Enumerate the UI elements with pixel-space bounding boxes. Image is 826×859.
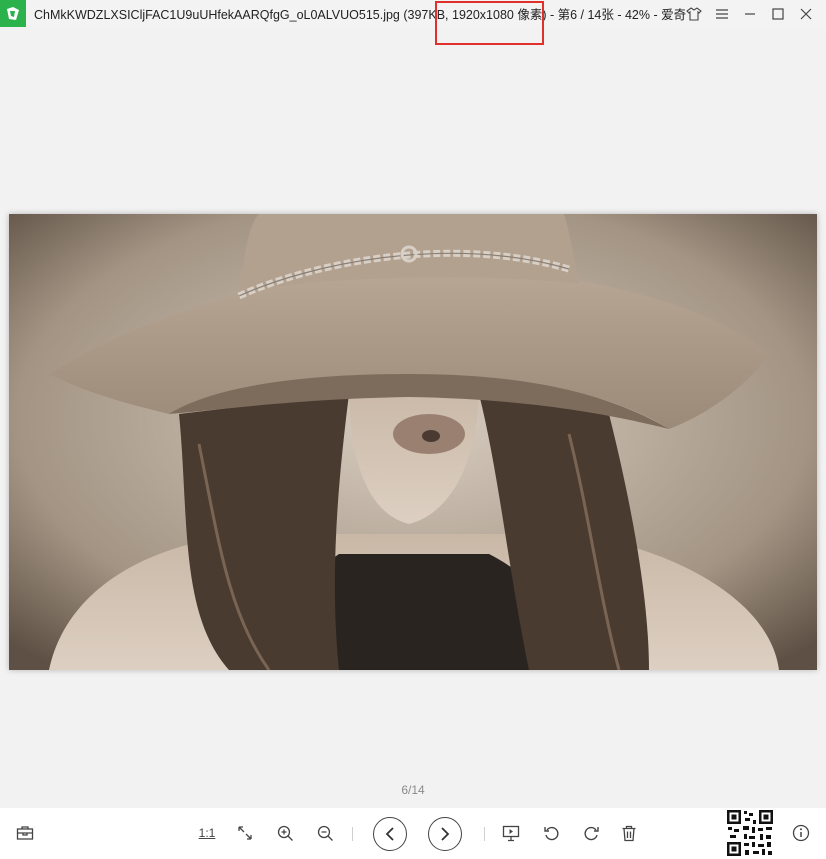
bottom-toolbar: 1:1 [0, 808, 826, 859]
zoom-out-icon[interactable] [314, 822, 336, 844]
actual-size-label: 1:1 [198, 826, 216, 840]
separator [352, 827, 353, 841]
skin-icon[interactable] [680, 0, 708, 27]
app-logo-icon [0, 0, 26, 27]
slideshow-icon[interactable] [500, 822, 522, 844]
maximize-icon[interactable] [764, 0, 792, 27]
zoom-in-icon[interactable] [274, 822, 296, 844]
info-icon[interactable] [790, 822, 812, 844]
rotate-left-icon[interactable] [540, 822, 562, 844]
next-icon[interactable] [428, 817, 462, 851]
delete-icon[interactable] [618, 822, 640, 844]
image-counter: 6/14 [401, 783, 425, 797]
window-title: ChMkKWDZLXSICljFAC1U9uUHfekAARQfgG_oL0AL… [34, 8, 687, 22]
photo[interactable] [9, 214, 817, 670]
menu-icon[interactable] [708, 0, 736, 27]
minimize-icon[interactable] [736, 0, 764, 27]
rotate-right-icon[interactable] [580, 822, 602, 844]
prev-icon[interactable] [373, 817, 407, 851]
qr-code-icon[interactable] [726, 809, 774, 857]
toolbox-icon[interactable] [14, 822, 36, 844]
actual-size-button[interactable]: 1:1 [194, 823, 220, 843]
close-icon[interactable] [792, 0, 820, 27]
separator [484, 827, 485, 841]
fullscreen-icon[interactable] [234, 822, 256, 844]
title-bar: ChMkKWDZLXSICljFAC1U9uUHfekAARQfgG_oL0AL… [0, 0, 826, 27]
